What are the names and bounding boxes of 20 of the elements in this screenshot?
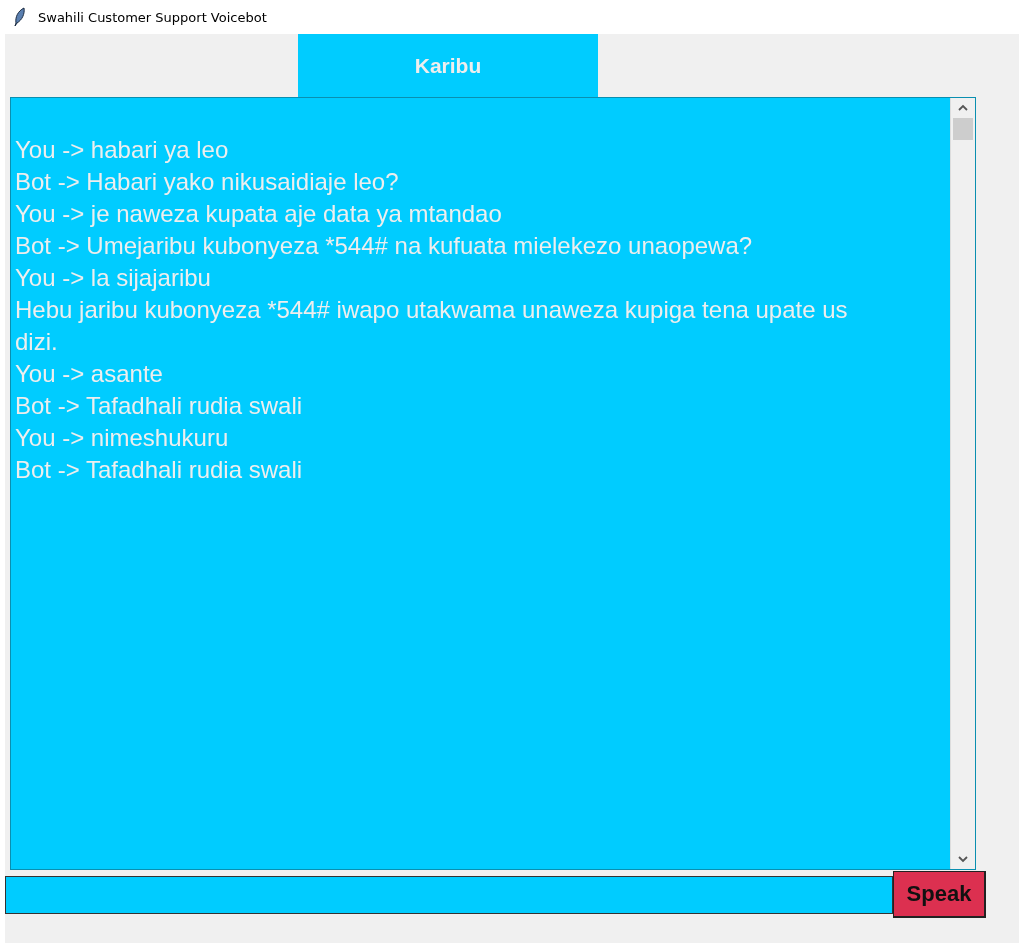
chat-line: You -> la sijajaribu	[15, 263, 212, 293]
header-label: Karibu	[298, 34, 598, 97]
scroll-down-icon[interactable]	[958, 855, 968, 863]
scroll-thumb[interactable]	[953, 118, 973, 140]
chat-line: Bot -> Tafadhali rudia swali	[15, 455, 304, 485]
speak-button[interactable]: Speak	[893, 871, 986, 918]
chat-line: Bot -> Umejaribu kubonyeza *544# na kufuata mielekezo unaopewa?	[15, 231, 754, 261]
chat-line: You -> je naweza kupata aje data ya mtandao	[15, 199, 503, 229]
feather-icon	[14, 7, 26, 27]
chat-line: Bot -> Tafadhali rudia swali	[15, 391, 304, 421]
chat-line: You -> nimeshukuru	[15, 423, 230, 453]
chat-line: You -> asante	[15, 359, 164, 389]
chat-line: Bot -> Habari yako nikusaidiaje leo?	[15, 167, 400, 197]
window-title: Swahili Customer Support Voicebot	[38, 9, 267, 25]
scroll-up-icon[interactable]	[958, 104, 968, 112]
chat-line: Hebu jaribu kubonyeza *544# iwapo utakwama unaweza kupiga tena upate us	[15, 295, 849, 325]
chat-line: dizi.	[15, 327, 59, 357]
message-input[interactable]	[5, 875, 893, 914]
chat-line: You -> habari ya leo	[15, 135, 230, 165]
scrollbar[interactable]	[950, 98, 975, 869]
